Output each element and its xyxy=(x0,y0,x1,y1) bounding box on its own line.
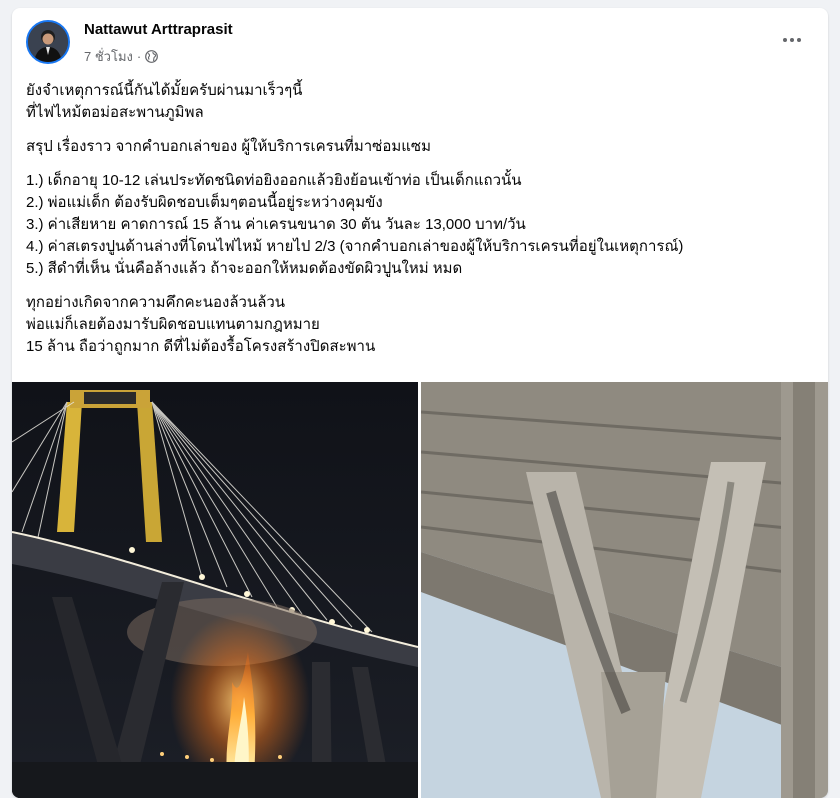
list-item: 4.) ค่าสเตรงปูนด้านล่างที่โดนไฟไหม้ หายไ… xyxy=(26,238,684,255)
paragraph: ยังจำเหตุการณ์นี้กันได้มั้ยครับผ่านมาเร็… xyxy=(26,80,816,124)
post-card: Nattawut Arttraprasit 7 ชั่วโมง · ยังจำเ… xyxy=(12,8,828,798)
bridge-fire-photo[interactable] xyxy=(12,382,418,798)
text-line: 15 ล้าน ถือว่าถูกมาก ดีที่ไม่ต้องรื้อโคร… xyxy=(26,338,376,355)
text-line: สรุป เรื่องราว จากคำบอกเล่าของ ผู้ให้บริ… xyxy=(26,138,431,155)
paragraph: สรุป เรื่องราว จากคำบอกเล่าของ ผู้ให้บริ… xyxy=(26,136,816,158)
list-item: 3.) ค่าเสียหาย คาดการณ์ 15 ล้าน ค่าเครนข… xyxy=(26,216,526,233)
text-line: ยังจำเหตุการณ์นี้กันได้มั้ยครับผ่านมาเร็… xyxy=(26,82,303,99)
text-line: ทุกอย่างเกิดจากความคึกคะนองล้วนล้วน xyxy=(26,294,286,311)
text-line: ที่ไฟไหม้ตอม่อสะพานภูมิพล xyxy=(26,104,204,121)
avatar[interactable] xyxy=(26,20,70,64)
post-header: Nattawut Arttraprasit 7 ชั่วโมง · xyxy=(12,8,828,78)
paragraph: ทุกอย่างเกิดจากความคึกคะนองล้วนล้วน พ่อแ… xyxy=(26,292,816,358)
list-item: 5.) สีดำที่เห็น นั่นคือล้างแล้ว ถ้าจะออก… xyxy=(26,260,463,277)
text-line: พ่อแม่ก็เลยต้องมารับผิดชอบแทนตามกฎหมาย xyxy=(26,316,320,333)
bridge-pillar-photo[interactable] xyxy=(421,382,828,798)
list-item: 1.) เด็กอายุ 10-12 เล่นประทัดชนิดท่อยิงอ… xyxy=(26,172,522,189)
post-text: ยังจำเหตุการณ์นี้กันได้มั้ยครับผ่านมาเร็… xyxy=(26,80,816,370)
author-name[interactable]: Nattawut Arttraprasit xyxy=(84,21,233,38)
post-time[interactable]: 7 ชั่วโมง xyxy=(84,46,133,67)
more-options-icon[interactable] xyxy=(774,28,810,52)
globe-icon[interactable] xyxy=(145,50,159,63)
meta-separator: · xyxy=(136,49,142,64)
list-item: 2.) พ่อแม่เด็ก ต้องรับผิดชอบเต็มๆตอนนี้อ… xyxy=(26,194,383,211)
post-meta: 7 ชั่วโมง · xyxy=(84,46,159,67)
photo-grid xyxy=(12,382,828,798)
numbered-list: 1.) เด็กอายุ 10-12 เล่นประทัดชนิดท่อยิงอ… xyxy=(26,170,816,280)
